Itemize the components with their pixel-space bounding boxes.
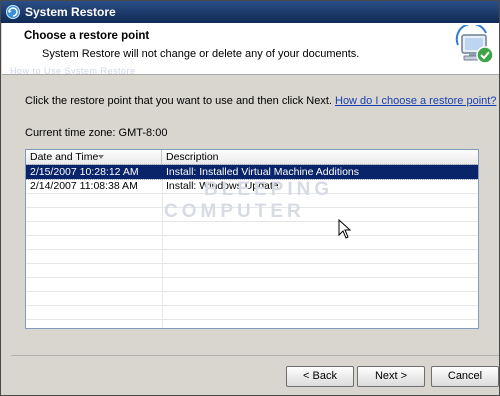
list-body: 2/15/2007 10:28:12 AM Install: Installed… <box>26 164 478 328</box>
cancel-button[interactable]: Cancel <box>431 366 499 387</box>
column-header-date[interactable]: Date and Time <box>26 150 162 165</box>
restore-point-list[interactable]: Date and Time Description 2/15/2007 10:2… <box>25 149 479 329</box>
title-bar[interactable]: System Restore <box>1 1 499 23</box>
row-gridline <box>26 277 478 278</box>
system-restore-window: System Restore Choose a restore point Sy… <box>0 0 500 396</box>
column-header-date-label: Date and Time <box>30 151 99 163</box>
timezone-label: Current time zone: GMT-8:00 <box>25 127 168 139</box>
row-gridline <box>26 305 478 306</box>
row-gridline <box>26 249 478 250</box>
row-description: Install: Windows Update <box>166 180 279 192</box>
column-divider <box>162 180 163 328</box>
help-link[interactable]: How do I choose a restore point? <box>335 95 496 107</box>
column-header-description[interactable]: Description <box>162 150 478 165</box>
list-header: Date and Time Description <box>26 150 478 165</box>
page-subtitle: System Restore will not change or delete… <box>42 48 360 60</box>
row-gridline <box>26 235 478 236</box>
back-button[interactable]: < Back <box>286 366 354 387</box>
next-button[interactable]: Next > <box>357 366 425 387</box>
system-restore-icon <box>5 4 21 20</box>
header-watermark: How to Use System Restore <box>10 66 136 76</box>
page-title: Choose a restore point <box>24 30 150 42</box>
instruction-label: Click the restore point that you want to… <box>25 95 332 107</box>
column-header-description-label: Description <box>166 151 219 163</box>
button-separator <box>11 355 499 356</box>
row-gridline <box>26 207 478 208</box>
sort-descending-icon <box>98 155 104 159</box>
wizard-header: Choose a restore point System Restore wi… <box>2 22 499 76</box>
row-date: 2/14/2007 11:08:38 AM <box>30 180 138 192</box>
window-title: System Restore <box>25 5 116 19</box>
row-gridline <box>26 193 478 194</box>
row-gridline <box>26 263 478 264</box>
table-row[interactable]: 2/15/2007 10:28:12 AM Install: Installed… <box>26 164 478 180</box>
row-date: 2/15/2007 10:28:12 AM <box>30 166 139 178</box>
mouse-pointer-icon <box>338 219 352 239</box>
table-row[interactable]: 2/14/2007 11:08:38 AM Install: Windows U… <box>26 179 478 193</box>
row-gridline <box>26 319 478 320</box>
computer-restore-icon <box>452 22 496 69</box>
row-gridline <box>26 221 478 222</box>
row-gridline <box>26 291 478 292</box>
row-description: Install: Installed Virtual Machine Addit… <box>166 166 359 178</box>
instruction-text: Click the restore point that you want to… <box>25 95 496 107</box>
